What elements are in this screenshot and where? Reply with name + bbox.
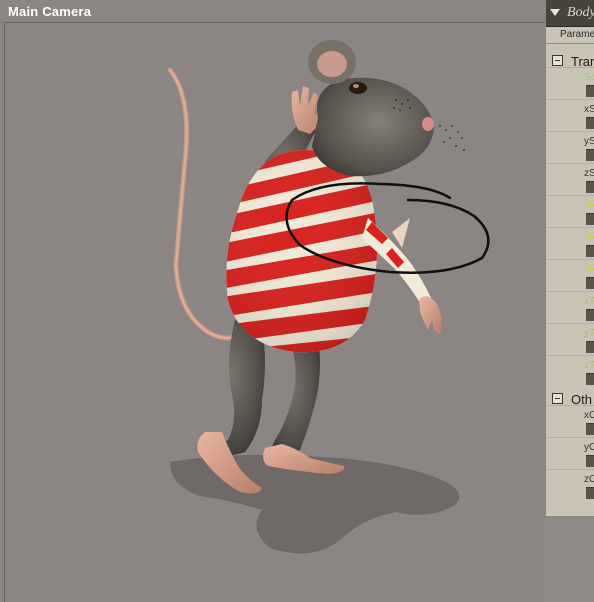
camera-label: Main Camera xyxy=(8,4,92,19)
param-label: zT xyxy=(584,360,594,371)
param-row[interactable]: zR xyxy=(546,259,594,292)
param-label: xS xyxy=(584,104,594,115)
panel-background-gap xyxy=(545,517,594,602)
param-row[interactable]: xT xyxy=(546,291,594,324)
param-dial[interactable] xyxy=(586,487,594,499)
param-label: xR xyxy=(584,232,594,243)
param-row[interactable]: Sc xyxy=(546,67,594,100)
param-row[interactable]: zS xyxy=(546,163,594,196)
param-label: xO xyxy=(584,410,594,421)
param-row[interactable]: yS xyxy=(546,131,594,164)
main-camera-viewport[interactable]: Main Camera xyxy=(0,0,545,602)
param-dial[interactable] xyxy=(586,277,594,289)
param-row[interactable]: yO xyxy=(546,437,594,470)
param-label: zO xyxy=(584,474,594,485)
param-dial[interactable] xyxy=(586,309,594,321)
param-dial[interactable] xyxy=(586,423,594,435)
collapse-minus-icon[interactable] xyxy=(552,55,563,66)
param-label: yO xyxy=(584,442,594,453)
param-label: Sc xyxy=(584,72,594,83)
collapse-triangle-icon[interactable] xyxy=(550,9,560,16)
param-label: zR xyxy=(584,264,594,275)
param-dial[interactable] xyxy=(586,245,594,257)
param-dial[interactable] xyxy=(586,117,594,129)
param-row[interactable]: xO xyxy=(546,405,594,438)
mouse-head xyxy=(308,40,465,177)
panel-header[interactable]: Body xyxy=(546,0,594,27)
collapse-minus-icon[interactable] xyxy=(552,393,563,404)
param-dial[interactable] xyxy=(586,455,594,467)
param-label: zS xyxy=(584,168,594,179)
param-label: xT xyxy=(584,296,594,307)
param-row[interactable]: zT xyxy=(546,355,594,388)
param-row[interactable]: yR xyxy=(546,195,594,228)
param-label: yS xyxy=(584,136,594,147)
panel-title: Body xyxy=(567,5,594,20)
mouse-leg-right xyxy=(263,340,345,474)
param-dial[interactable] xyxy=(586,341,594,353)
param-label: yT xyxy=(584,328,594,339)
param-dial[interactable] xyxy=(586,373,594,385)
parameters-panel[interactable]: Body Parame Trar Sc xS yS zS yR xR zR xT… xyxy=(545,0,594,517)
panel-subtitle: Parame xyxy=(560,29,594,40)
param-label: yR xyxy=(584,200,594,211)
3d-scene-render[interactable] xyxy=(0,0,545,602)
param-dial[interactable] xyxy=(586,213,594,225)
param-dial[interactable] xyxy=(586,181,594,193)
param-dial[interactable] xyxy=(586,85,594,97)
param-row[interactable]: yT xyxy=(546,323,594,356)
param-row[interactable]: zO xyxy=(546,469,594,502)
param-dial[interactable] xyxy=(586,149,594,161)
divider xyxy=(546,43,594,44)
param-row[interactable]: xR xyxy=(546,227,594,260)
param-row[interactable]: xS xyxy=(546,99,594,132)
